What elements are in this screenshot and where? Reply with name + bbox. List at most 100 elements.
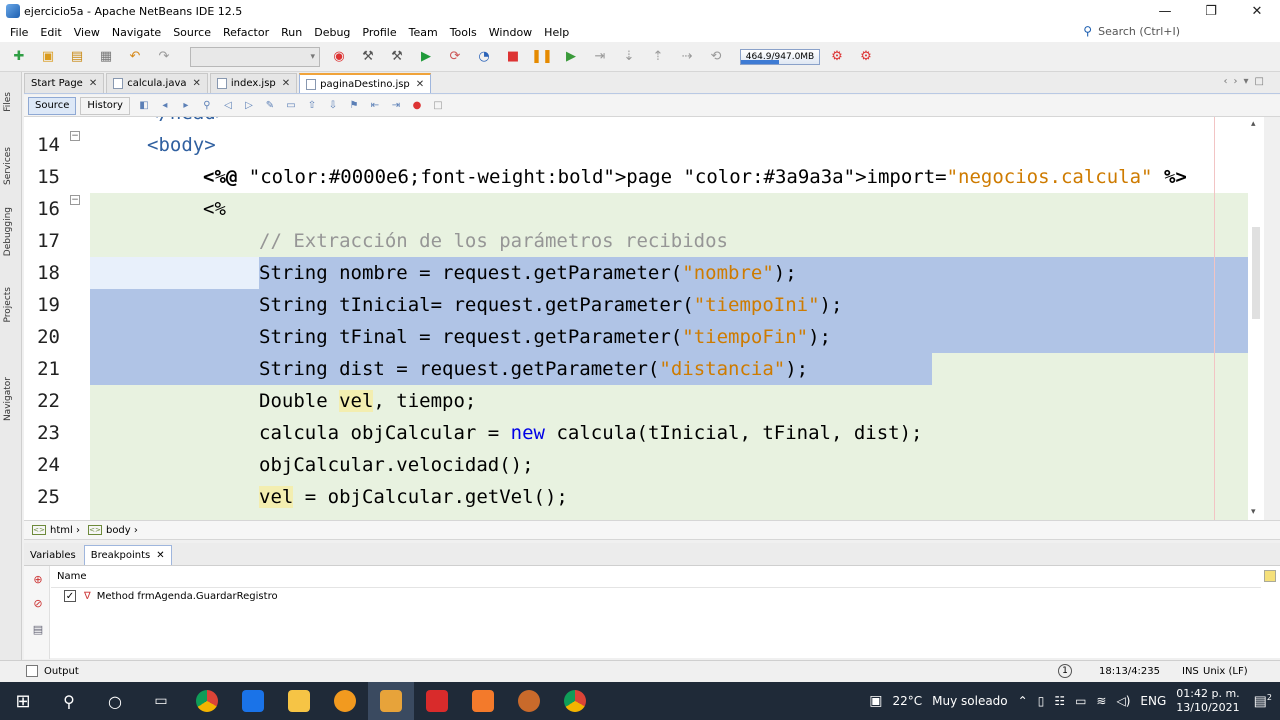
- menu-edit[interactable]: Edit: [34, 26, 67, 39]
- last-edit-icon[interactable]: ◧: [137, 99, 151, 113]
- network-icon[interactable]: ☷: [1054, 694, 1065, 708]
- fold-toggle-icon[interactable]: −: [70, 131, 80, 141]
- memory-indicator[interactable]: 464.9/947.0MB: [740, 48, 820, 65]
- menu-view[interactable]: View: [68, 26, 106, 39]
- tab-navigation[interactable]: ‹›▾□: [1224, 76, 1270, 87]
- start-button[interactable]: ⊞: [0, 682, 46, 720]
- notifications-badge[interactable]: 1: [1058, 664, 1072, 678]
- code-editor[interactable]: </head> 14 <body> 15 <%@ "color:#0000e6;…: [24, 117, 1264, 520]
- tab-paginadestino-jsp[interactable]: paginaDestino.jsp ✕: [299, 73, 432, 93]
- configuration-select[interactable]: ▾: [190, 46, 320, 67]
- cortana-button[interactable]: ○: [92, 682, 138, 720]
- stop-icon[interactable]: ■: [502, 46, 524, 68]
- search-box[interactable]: ⚲ Search (Ctrl+I): [1083, 24, 1180, 38]
- breadcrumb-html[interactable]: <> html ›: [32, 525, 80, 536]
- save-all-icon[interactable]: ▦: [95, 46, 117, 68]
- chrome-taskbar-button[interactable]: [184, 682, 230, 720]
- battery-icon[interactable]: ▭: [1075, 694, 1086, 708]
- mail-taskbar-button[interactable]: [230, 682, 276, 720]
- task-view-button[interactable]: ▭: [138, 682, 184, 720]
- debugging-tab[interactable]: Debugging: [3, 207, 13, 256]
- new-file-icon[interactable]: ✚: [8, 46, 30, 68]
- step-out-icon[interactable]: ⇡: [647, 46, 669, 68]
- menu-source[interactable]: Source: [167, 26, 217, 39]
- step-over-icon[interactable]: ⇥: [589, 46, 611, 68]
- xampp-taskbar-button[interactable]: [460, 682, 506, 720]
- find-next-icon[interactable]: ▷: [242, 99, 256, 113]
- output-toggle[interactable]: Output: [44, 666, 79, 677]
- close-window-button[interactable]: ✕: [1234, 0, 1280, 22]
- weather-text[interactable]: Muy soleado: [932, 694, 1008, 708]
- line-endings[interactable]: Unix (LF): [1203, 666, 1248, 677]
- scroll-down-icon[interactable]: ▾: [1251, 507, 1256, 517]
- start-macro-icon[interactable]: ●: [410, 99, 424, 113]
- menu-team[interactable]: Team: [403, 26, 444, 39]
- menu-window[interactable]: Window: [483, 26, 538, 39]
- close-tab-icon[interactable]: ✕: [156, 550, 164, 561]
- new-breakpoint-icon[interactable]: ⊕: [31, 572, 45, 586]
- wifi-icon[interactable]: ≋: [1096, 694, 1106, 708]
- services-tab[interactable]: Services: [3, 147, 13, 185]
- gimp-taskbar-button[interactable]: [506, 682, 552, 720]
- stop-macro-icon[interactable]: □: [431, 99, 445, 113]
- clock[interactable]: 01:42 p. m. 13/10/2021: [1176, 687, 1239, 715]
- editor-scrollbar[interactable]: ▴ ▾: [1248, 117, 1264, 520]
- scroll-thumb[interactable]: [1252, 227, 1260, 319]
- profile-icon[interactable]: ◔: [473, 46, 495, 68]
- step-into-icon[interactable]: ⇣: [618, 46, 640, 68]
- tab-start-page[interactable]: Start Page ✕: [24, 73, 105, 93]
- apply-changes-icon[interactable]: ⟲: [705, 46, 727, 68]
- pause-icon[interactable]: ❚❚: [531, 46, 553, 68]
- run-icon[interactable]: ▶: [415, 46, 437, 68]
- source-view-tab[interactable]: Source: [28, 96, 77, 115]
- history-view-tab[interactable]: History: [80, 96, 130, 115]
- menu-profile[interactable]: Profile: [356, 26, 402, 39]
- weather-temp[interactable]: 22°C: [892, 694, 922, 708]
- breadcrumb-body[interactable]: <> body ›: [87, 525, 138, 536]
- undo-icon[interactable]: ↶: [124, 46, 146, 68]
- toggle-rect-select-icon[interactable]: ▭: [284, 99, 298, 113]
- menu-help[interactable]: Help: [538, 26, 575, 39]
- app-taskbar-button[interactable]: [322, 682, 368, 720]
- files-tab[interactable]: Files: [3, 92, 13, 112]
- menu-run[interactable]: Run: [275, 26, 308, 39]
- gc-alt-icon[interactable]: ⚙: [855, 46, 877, 68]
- search-taskbar-button[interactable]: ⚲: [46, 682, 92, 720]
- open-project-icon[interactable]: ▤: [66, 46, 88, 68]
- language-indicator[interactable]: ENG: [1140, 694, 1166, 708]
- breakpoint-row[interactable]: ✓ ∇ Method frmAgenda.GuardarRegistro: [64, 590, 278, 602]
- acrobat-taskbar-button[interactable]: [414, 682, 460, 720]
- menu-navigate[interactable]: Navigate: [106, 26, 167, 39]
- column-header-name[interactable]: Name: [51, 566, 1261, 588]
- new-project-icon[interactable]: ▣: [37, 46, 59, 68]
- breakpoint-settings-icon[interactable]: ▤: [31, 622, 45, 636]
- find-previous-icon[interactable]: ◁: [221, 99, 235, 113]
- prev-bookmark-icon[interactable]: ⇧: [305, 99, 319, 113]
- build-icon[interactable]: ⚒: [357, 46, 379, 68]
- clean-build-icon[interactable]: ⚒: [386, 46, 408, 68]
- shift-left-icon[interactable]: ⇤: [368, 99, 382, 113]
- find-icon[interactable]: ⚲: [200, 99, 214, 113]
- chevron-up-icon[interactable]: ⌃: [1018, 694, 1028, 708]
- run-to-cursor-icon[interactable]: ⇢: [676, 46, 698, 68]
- continue-icon[interactable]: ▶: [560, 46, 582, 68]
- maximize-button[interactable]: ❐: [1188, 0, 1234, 22]
- panel-options-icon[interactable]: [1264, 570, 1276, 582]
- chrome2-taskbar-button[interactable]: [552, 682, 598, 720]
- projects-tab[interactable]: Projects: [3, 287, 13, 322]
- device-icon[interactable]: ▯: [1038, 694, 1045, 708]
- redo-icon[interactable]: ↷: [153, 46, 175, 68]
- fold-toggle-icon[interactable]: −: [70, 195, 80, 205]
- deactivate-breakpoints-icon[interactable]: ⊘: [31, 596, 45, 610]
- gc-icon[interactable]: ⚙: [826, 46, 848, 68]
- breakpoint-enabled-checkbox[interactable]: ✓: [64, 590, 76, 602]
- close-tab-icon[interactable]: ✕: [282, 78, 290, 89]
- menu-refactor[interactable]: Refactor: [217, 26, 275, 39]
- netbeans-taskbar-button[interactable]: [368, 682, 414, 720]
- close-tab-icon[interactable]: ✕: [416, 79, 424, 90]
- volume-icon[interactable]: ◁): [1116, 694, 1130, 708]
- close-tab-icon[interactable]: ✕: [193, 78, 201, 89]
- shift-right-icon[interactable]: ⇥: [389, 99, 403, 113]
- close-tab-icon[interactable]: ✕: [89, 78, 97, 89]
- tab-breakpoints[interactable]: Breakpoints ✕: [83, 545, 172, 565]
